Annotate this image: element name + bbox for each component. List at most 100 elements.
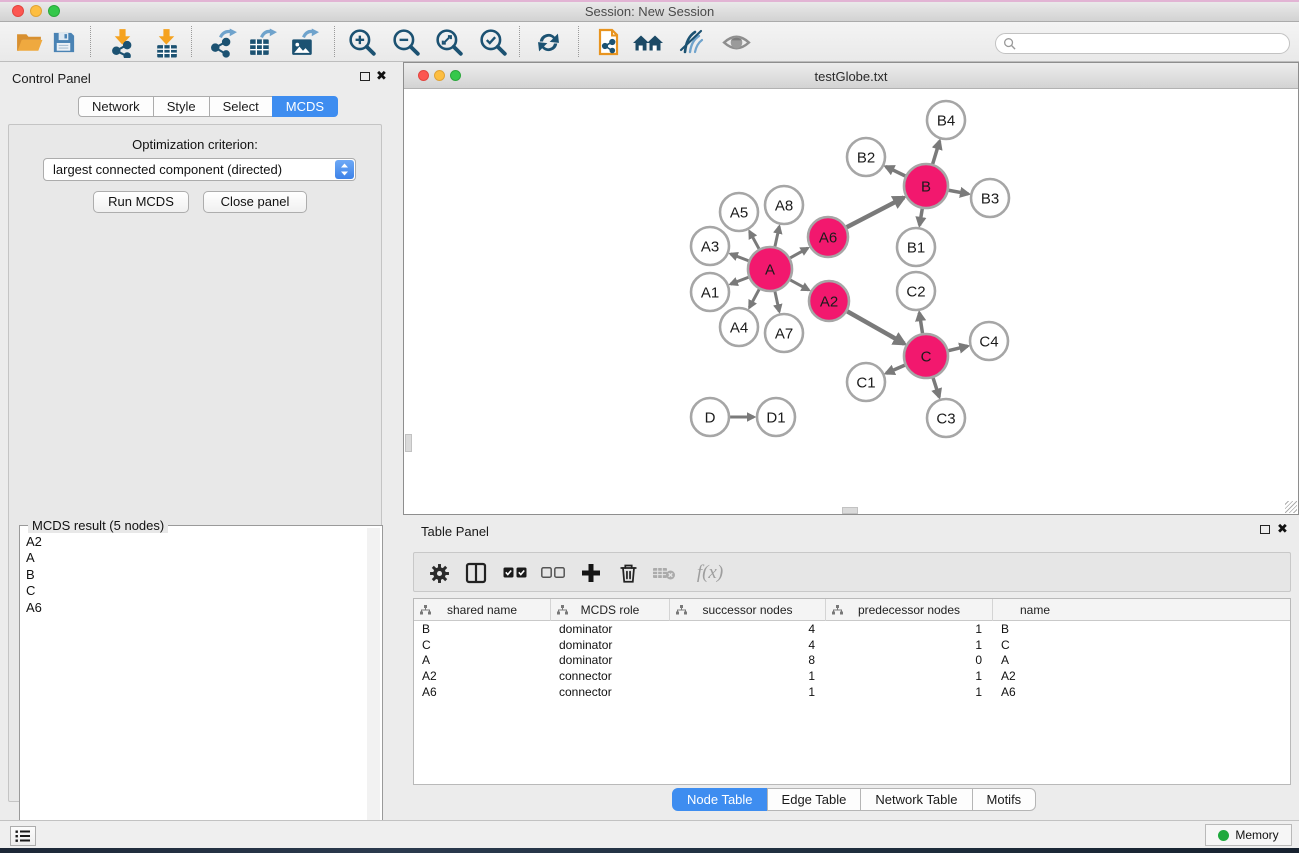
edge-A2-C[interactable]	[847, 311, 904, 343]
edge-A6-B[interactable]	[847, 198, 904, 228]
node-A5[interactable]: A5	[720, 193, 758, 231]
column-header-shared-name[interactable]: shared name	[414, 599, 551, 621]
refresh-layout-icon[interactable]	[529, 24, 567, 60]
run-mcds-button[interactable]: Run MCDS	[93, 191, 189, 213]
show-graphics-details-icon[interactable]	[717, 24, 755, 60]
tab-mcds[interactable]: MCDS	[272, 96, 338, 117]
column-header-predecessor-nodes[interactable]: predecessor nodes	[826, 599, 993, 621]
tab-edge-table[interactable]: Edge Table	[767, 788, 862, 811]
float-table-panel-icon[interactable]	[1260, 525, 1270, 534]
edge-B-B3[interactable]	[949, 190, 969, 194]
search-input[interactable]	[1016, 36, 1289, 52]
open-cybrowser-icon[interactable]	[589, 24, 627, 60]
node-A3[interactable]: A3	[691, 227, 729, 265]
table-row[interactable]: Cdominator41C	[414, 637, 1290, 653]
result-item[interactable]: A	[20, 550, 366, 566]
table-row[interactable]: Bdominator41B	[414, 621, 1290, 637]
tab-select[interactable]: Select	[209, 96, 273, 117]
hide-graphics-details-icon[interactable]	[672, 24, 710, 60]
node-C2[interactable]: C2	[897, 272, 935, 310]
table-settings-icon[interactable]	[426, 560, 452, 586]
window-resize-grip[interactable]	[1285, 501, 1297, 513]
node-C1[interactable]: C1	[847, 363, 885, 401]
close-panel-icon[interactable]: ✖	[376, 68, 387, 84]
result-item[interactable]: C	[20, 583, 366, 599]
tab-node-table[interactable]: Node Table	[672, 788, 768, 811]
zoom-fit-icon[interactable]	[430, 24, 468, 60]
zoom-out-icon[interactable]	[387, 24, 425, 60]
edge-A-A2[interactable]	[790, 280, 809, 290]
open-session-icon[interactable]	[10, 24, 48, 60]
node-C4[interactable]: C4	[970, 322, 1008, 360]
node-B3[interactable]: B3	[971, 179, 1009, 217]
import-table-icon[interactable]	[147, 24, 185, 60]
result-item[interactable]: A2	[20, 534, 366, 550]
edge-A-A4[interactable]	[749, 289, 759, 307]
node-D[interactable]: D	[691, 398, 729, 436]
table-row[interactable]: A2connector11A2	[414, 668, 1290, 684]
edge-C-C2[interactable]	[919, 313, 922, 334]
edge-C-C4[interactable]	[948, 346, 967, 351]
edge-B-B2[interactable]	[886, 167, 905, 176]
node-A6[interactable]: A6	[808, 217, 848, 257]
import-network-icon[interactable]	[103, 24, 141, 60]
node-C3[interactable]: C3	[927, 399, 965, 437]
canvas-scroll-stub[interactable]	[405, 434, 412, 452]
edge-C-C1[interactable]	[886, 365, 905, 373]
node-B[interactable]: B	[904, 164, 948, 208]
split-columns-icon[interactable]	[463, 560, 489, 586]
float-panel-icon[interactable]	[360, 72, 370, 81]
memory-button[interactable]: Memory	[1205, 824, 1292, 846]
task-history-button[interactable]	[10, 826, 36, 846]
close-table-panel-icon[interactable]: ✖	[1277, 521, 1288, 537]
node-B1[interactable]: B1	[897, 228, 935, 266]
edge-C-C3[interactable]	[933, 378, 939, 397]
edge-B-B1[interactable]	[920, 209, 923, 226]
column-header-successor-nodes[interactable]: successor nodes	[670, 599, 826, 621]
canvas-scroll-stub[interactable]	[842, 507, 858, 514]
node-A8[interactable]: A8	[765, 186, 803, 224]
edge-A-A3[interactable]	[731, 254, 749, 261]
zoom-selected-icon[interactable]	[474, 24, 512, 60]
export-image-icon[interactable]	[284, 24, 322, 60]
select-all-checkboxes-icon[interactable]	[502, 560, 528, 586]
tab-style[interactable]: Style	[153, 96, 210, 117]
network-canvas[interactable]: A5A8 A3 A A1A4A7 A6 A2 B2 B4 B B3 B1 C2 C C4 C1 C3 D D1	[405, 89, 1298, 514]
delete-row-icon[interactable]	[615, 560, 641, 586]
result-scrollbar[interactable]	[367, 528, 380, 853]
criterion-dropdown[interactable]: largest connected component (directed)	[43, 158, 356, 181]
edge-A-A8[interactable]	[775, 226, 779, 246]
table-row[interactable]: A6connector11A6	[414, 684, 1290, 700]
node-C[interactable]: C	[904, 334, 948, 378]
node-A1[interactable]: A1	[691, 273, 729, 311]
node-A4[interactable]: A4	[720, 308, 758, 346]
result-item[interactable]: A6	[20, 600, 366, 616]
tab-network[interactable]: Network	[78, 96, 154, 117]
unselect-all-checkboxes-icon[interactable]	[540, 560, 566, 586]
add-column-icon[interactable]	[578, 560, 604, 586]
home-layout-icon[interactable]	[629, 24, 667, 60]
column-header-MCDS-role[interactable]: MCDS role	[551, 599, 670, 621]
column-header-name[interactable]: name	[993, 599, 1077, 621]
table-row[interactable]: Adominator80A	[414, 653, 1290, 669]
node-D1[interactable]: D1	[757, 398, 795, 436]
edge-A-A7[interactable]	[775, 291, 779, 311]
edge-B-B4[interactable]	[933, 141, 940, 164]
node-B2[interactable]: B2	[847, 138, 885, 176]
edge-A-A6[interactable]	[790, 248, 808, 258]
export-network-icon[interactable]	[203, 24, 241, 60]
close-panel-button[interactable]: Close panel	[203, 191, 307, 213]
edge-A-A5[interactable]	[750, 231, 760, 248]
edge-A-A1[interactable]	[731, 277, 749, 284]
search-field[interactable]	[995, 33, 1290, 54]
save-session-icon[interactable]	[44, 24, 82, 60]
result-item[interactable]: B	[20, 567, 366, 583]
export-table-icon[interactable]	[242, 24, 280, 60]
node-B4[interactable]: B4	[927, 101, 965, 139]
tab-motifs[interactable]: Motifs	[972, 788, 1037, 811]
node-A[interactable]: A	[748, 247, 792, 291]
tab-network-table[interactable]: Network Table	[860, 788, 972, 811]
node-A2[interactable]: A2	[809, 281, 849, 321]
zoom-in-icon[interactable]	[343, 24, 381, 60]
node-A7[interactable]: A7	[765, 314, 803, 352]
